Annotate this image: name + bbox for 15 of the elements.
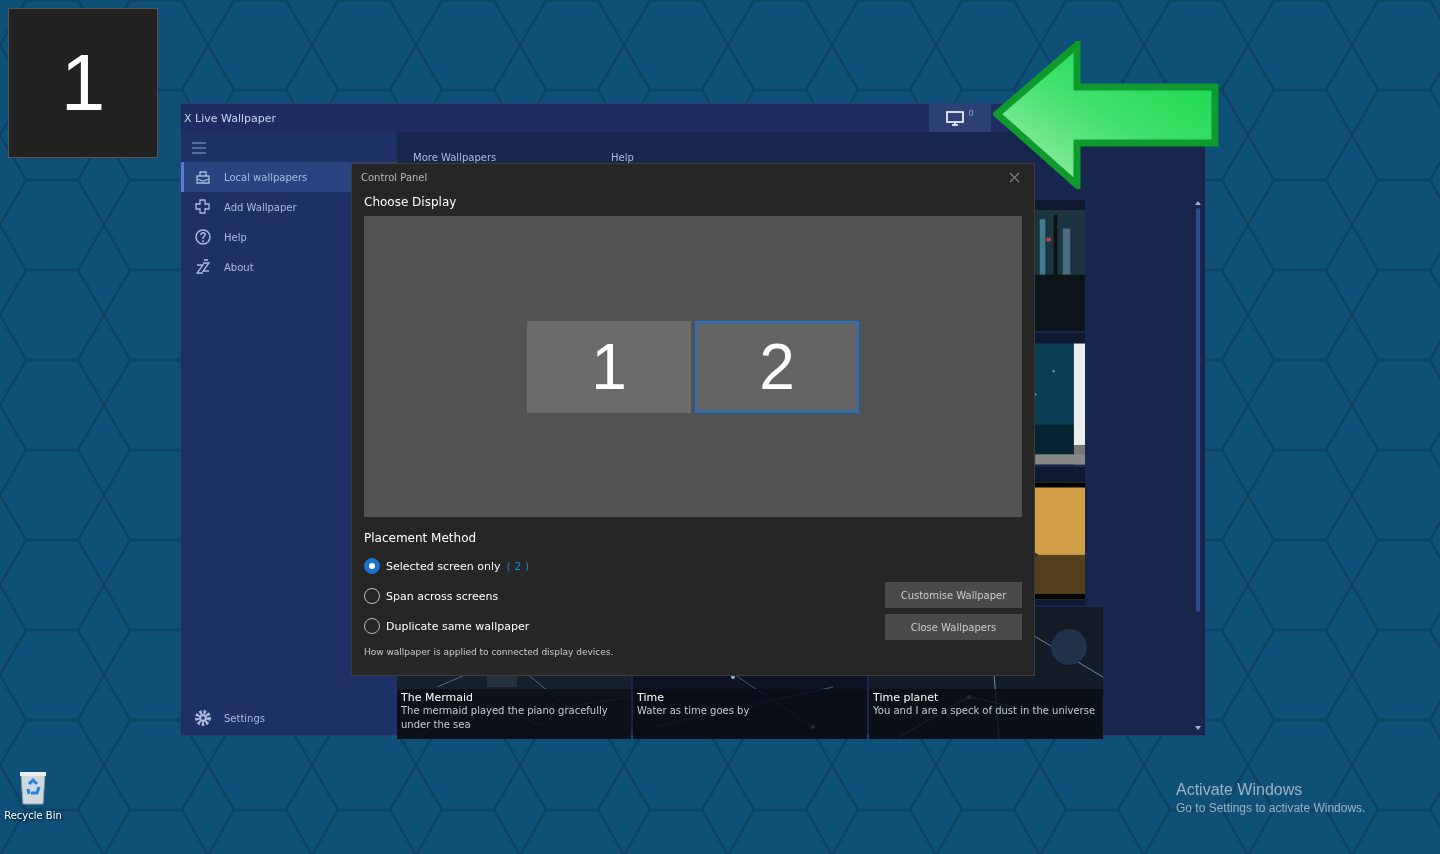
- wallpaper-title: Time: [637, 691, 665, 704]
- section-heading: Placement Method: [364, 531, 478, 545]
- display-count: 0: [968, 108, 974, 118]
- activation-text: Go to Settings to activate Windows.: [1176, 801, 1366, 815]
- hint-text: How wallpaper is applied to connected display devices.: [364, 647, 614, 657]
- wallpaper-description: You and I are a speck of dust in the universe: [873, 704, 1097, 718]
- option-note: ( 2 ): [506, 559, 530, 573]
- wallpaper-title: Time planet: [873, 691, 940, 704]
- display-number: 1: [8, 8, 158, 158]
- window-title: X Live Wallpaper: [184, 111, 276, 125]
- wallpaper-title: The Mermaid: [401, 691, 475, 704]
- wallpaper-description: The mermaid played the piano gracefully under the sea: [401, 704, 609, 732]
- section-heading: Choose Display: [364, 195, 458, 211]
- wallpaper-description: Water as time goes by: [637, 704, 751, 718]
- activation-title: Activate Windows: [1176, 781, 1304, 799]
